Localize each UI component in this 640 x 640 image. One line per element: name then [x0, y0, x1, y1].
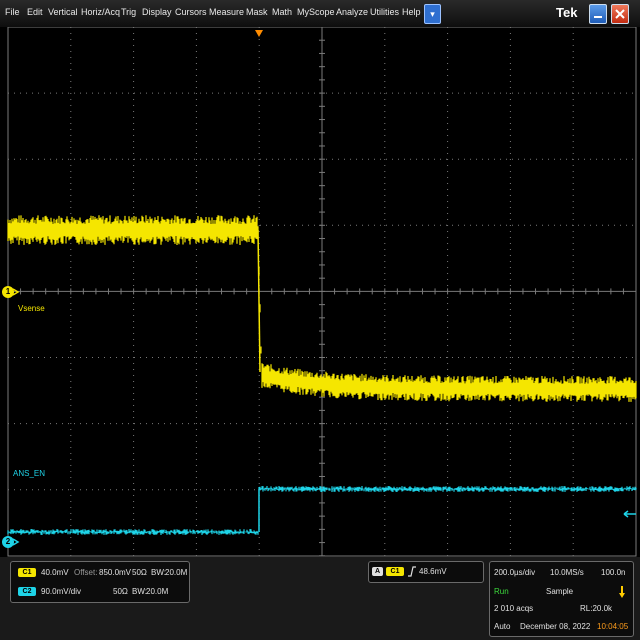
- sample-rate: 10.0MS/s: [550, 568, 584, 577]
- vertical-settings-panel[interactable]: C1 40.0mV Offset: 850.0mV 50Ω BW: 20.0M …: [10, 561, 190, 603]
- ch1-bw-label: BW:: [151, 568, 166, 577]
- menu-edit[interactable]: Edit: [27, 7, 43, 17]
- trigger-level-arrow-icon[interactable]: [623, 510, 636, 518]
- ch1-waveform-label: Vsense: [18, 304, 45, 313]
- ch1-scale: 40.0mV: [41, 568, 69, 577]
- trigger-mode: Auto: [494, 622, 511, 631]
- ch2-bandwidth: 20.0M: [146, 587, 169, 596]
- trigger-mode-badge: A: [372, 567, 383, 576]
- minimize-button[interactable]: [589, 4, 607, 24]
- record-length: RL:20.0k: [580, 604, 613, 613]
- ch1-impedance: 50Ω: [132, 568, 147, 577]
- minimize-icon: [594, 16, 602, 18]
- acquisition-mode: Sample: [546, 587, 574, 596]
- trigger-source-badge: C1: [386, 567, 404, 576]
- ch1-falling-edge: [257, 229, 261, 373]
- menu-vertical[interactable]: Vertical: [48, 7, 78, 17]
- ch1-badge[interactable]: C1: [18, 568, 36, 577]
- time-per-div: 200.0µs/div: [494, 568, 536, 577]
- ch2-marker-arrow-icon: [12, 538, 20, 546]
- trigger-level: 48.6mV: [419, 567, 447, 576]
- trigger-panel[interactable]: A C1 48.6mV: [368, 561, 484, 583]
- ch2-bw-label: BW:: [132, 587, 147, 596]
- menu-mask[interactable]: Mask: [246, 7, 268, 17]
- menu-measure[interactable]: Measure: [209, 7, 244, 17]
- menu-analyze[interactable]: Analyze: [336, 7, 368, 17]
- ch2-badge[interactable]: C2: [18, 587, 36, 596]
- menu-math[interactable]: Math: [272, 7, 292, 17]
- resolution: 100.0n: [601, 568, 626, 577]
- menu-display[interactable]: Display: [142, 7, 172, 17]
- rising-edge-icon: [408, 566, 416, 577]
- menu-utilities[interactable]: Utilities: [370, 7, 399, 17]
- horizontal-panel[interactable]: 200.0µs/div 10.0MS/s 100.0n Run Sample 2…: [489, 561, 634, 637]
- trigger-position-icon[interactable]: [255, 30, 263, 37]
- menu-bar: File Edit Vertical Horiz/Acq Trig Displa…: [0, 0, 640, 28]
- graticule[interactable]: 1 Vsense 2 ANS_EN: [0, 27, 640, 557]
- grid-lines: [7, 27, 637, 557]
- ch1-marker-arrow-icon: [12, 288, 20, 296]
- ch1-bandwidth: 20.0M: [165, 568, 188, 577]
- trigger-arrow-icon: [619, 586, 625, 598]
- menu-help[interactable]: Help: [402, 7, 421, 17]
- close-icon: [615, 9, 625, 19]
- menu-horiz-acq[interactable]: Horiz/Acq: [81, 7, 120, 17]
- menu-cursors[interactable]: Cursors: [175, 7, 207, 17]
- time: 10:04:05: [597, 622, 629, 631]
- ch2-scale: 90.0mV/div: [41, 587, 82, 596]
- waveform-display: [7, 27, 637, 557]
- close-button[interactable]: [611, 4, 629, 24]
- menu-myscope[interactable]: MyScope: [297, 7, 335, 17]
- ch2-impedance: 50Ω: [113, 587, 128, 596]
- menu-trig[interactable]: Trig: [121, 7, 136, 17]
- ch1-offset-label: Offset:: [74, 568, 98, 577]
- date: December 08, 2022: [520, 622, 591, 631]
- status-area: C1 40.0mV Offset: 850.0mV 50Ω BW: 20.0M …: [0, 557, 640, 640]
- ch1-offset: 850.0mV: [99, 568, 132, 577]
- menu-dropdown-button[interactable]: ▾: [424, 4, 441, 24]
- run-state[interactable]: Run: [494, 587, 509, 596]
- acquisition-count: 2 010 acqs: [494, 604, 534, 613]
- tek-logo: Tek: [556, 5, 578, 20]
- menu-file[interactable]: File: [5, 7, 20, 17]
- ch2-waveform-label: ANS_EN: [13, 469, 46, 478]
